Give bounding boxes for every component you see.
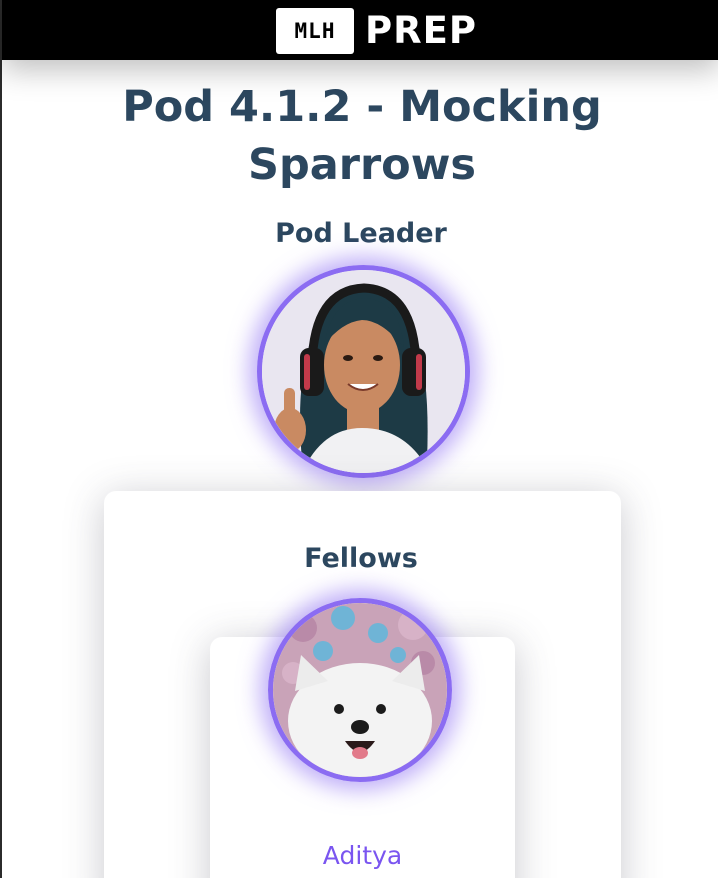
fellow-name[interactable]: Aditya <box>210 838 515 874</box>
page-title: Pod 4.1.2 - Mocking Sparrows <box>122 82 602 190</box>
pod-leader-heading: Pod Leader <box>275 218 447 249</box>
top-navbar: MLH PREP <box>2 0 718 60</box>
fellows-heading: Fellows <box>304 543 418 574</box>
fellow-photo <box>273 603 447 777</box>
fellow-avatar[interactable] <box>268 598 452 782</box>
pod-leader-avatar[interactable] <box>257 265 470 478</box>
logo-mark: MLH <box>294 19 336 43</box>
mlh-logo[interactable]: MLH <box>276 8 354 54</box>
leader-photo <box>262 270 465 473</box>
logo-text[interactable]: PREP <box>365 6 477 56</box>
